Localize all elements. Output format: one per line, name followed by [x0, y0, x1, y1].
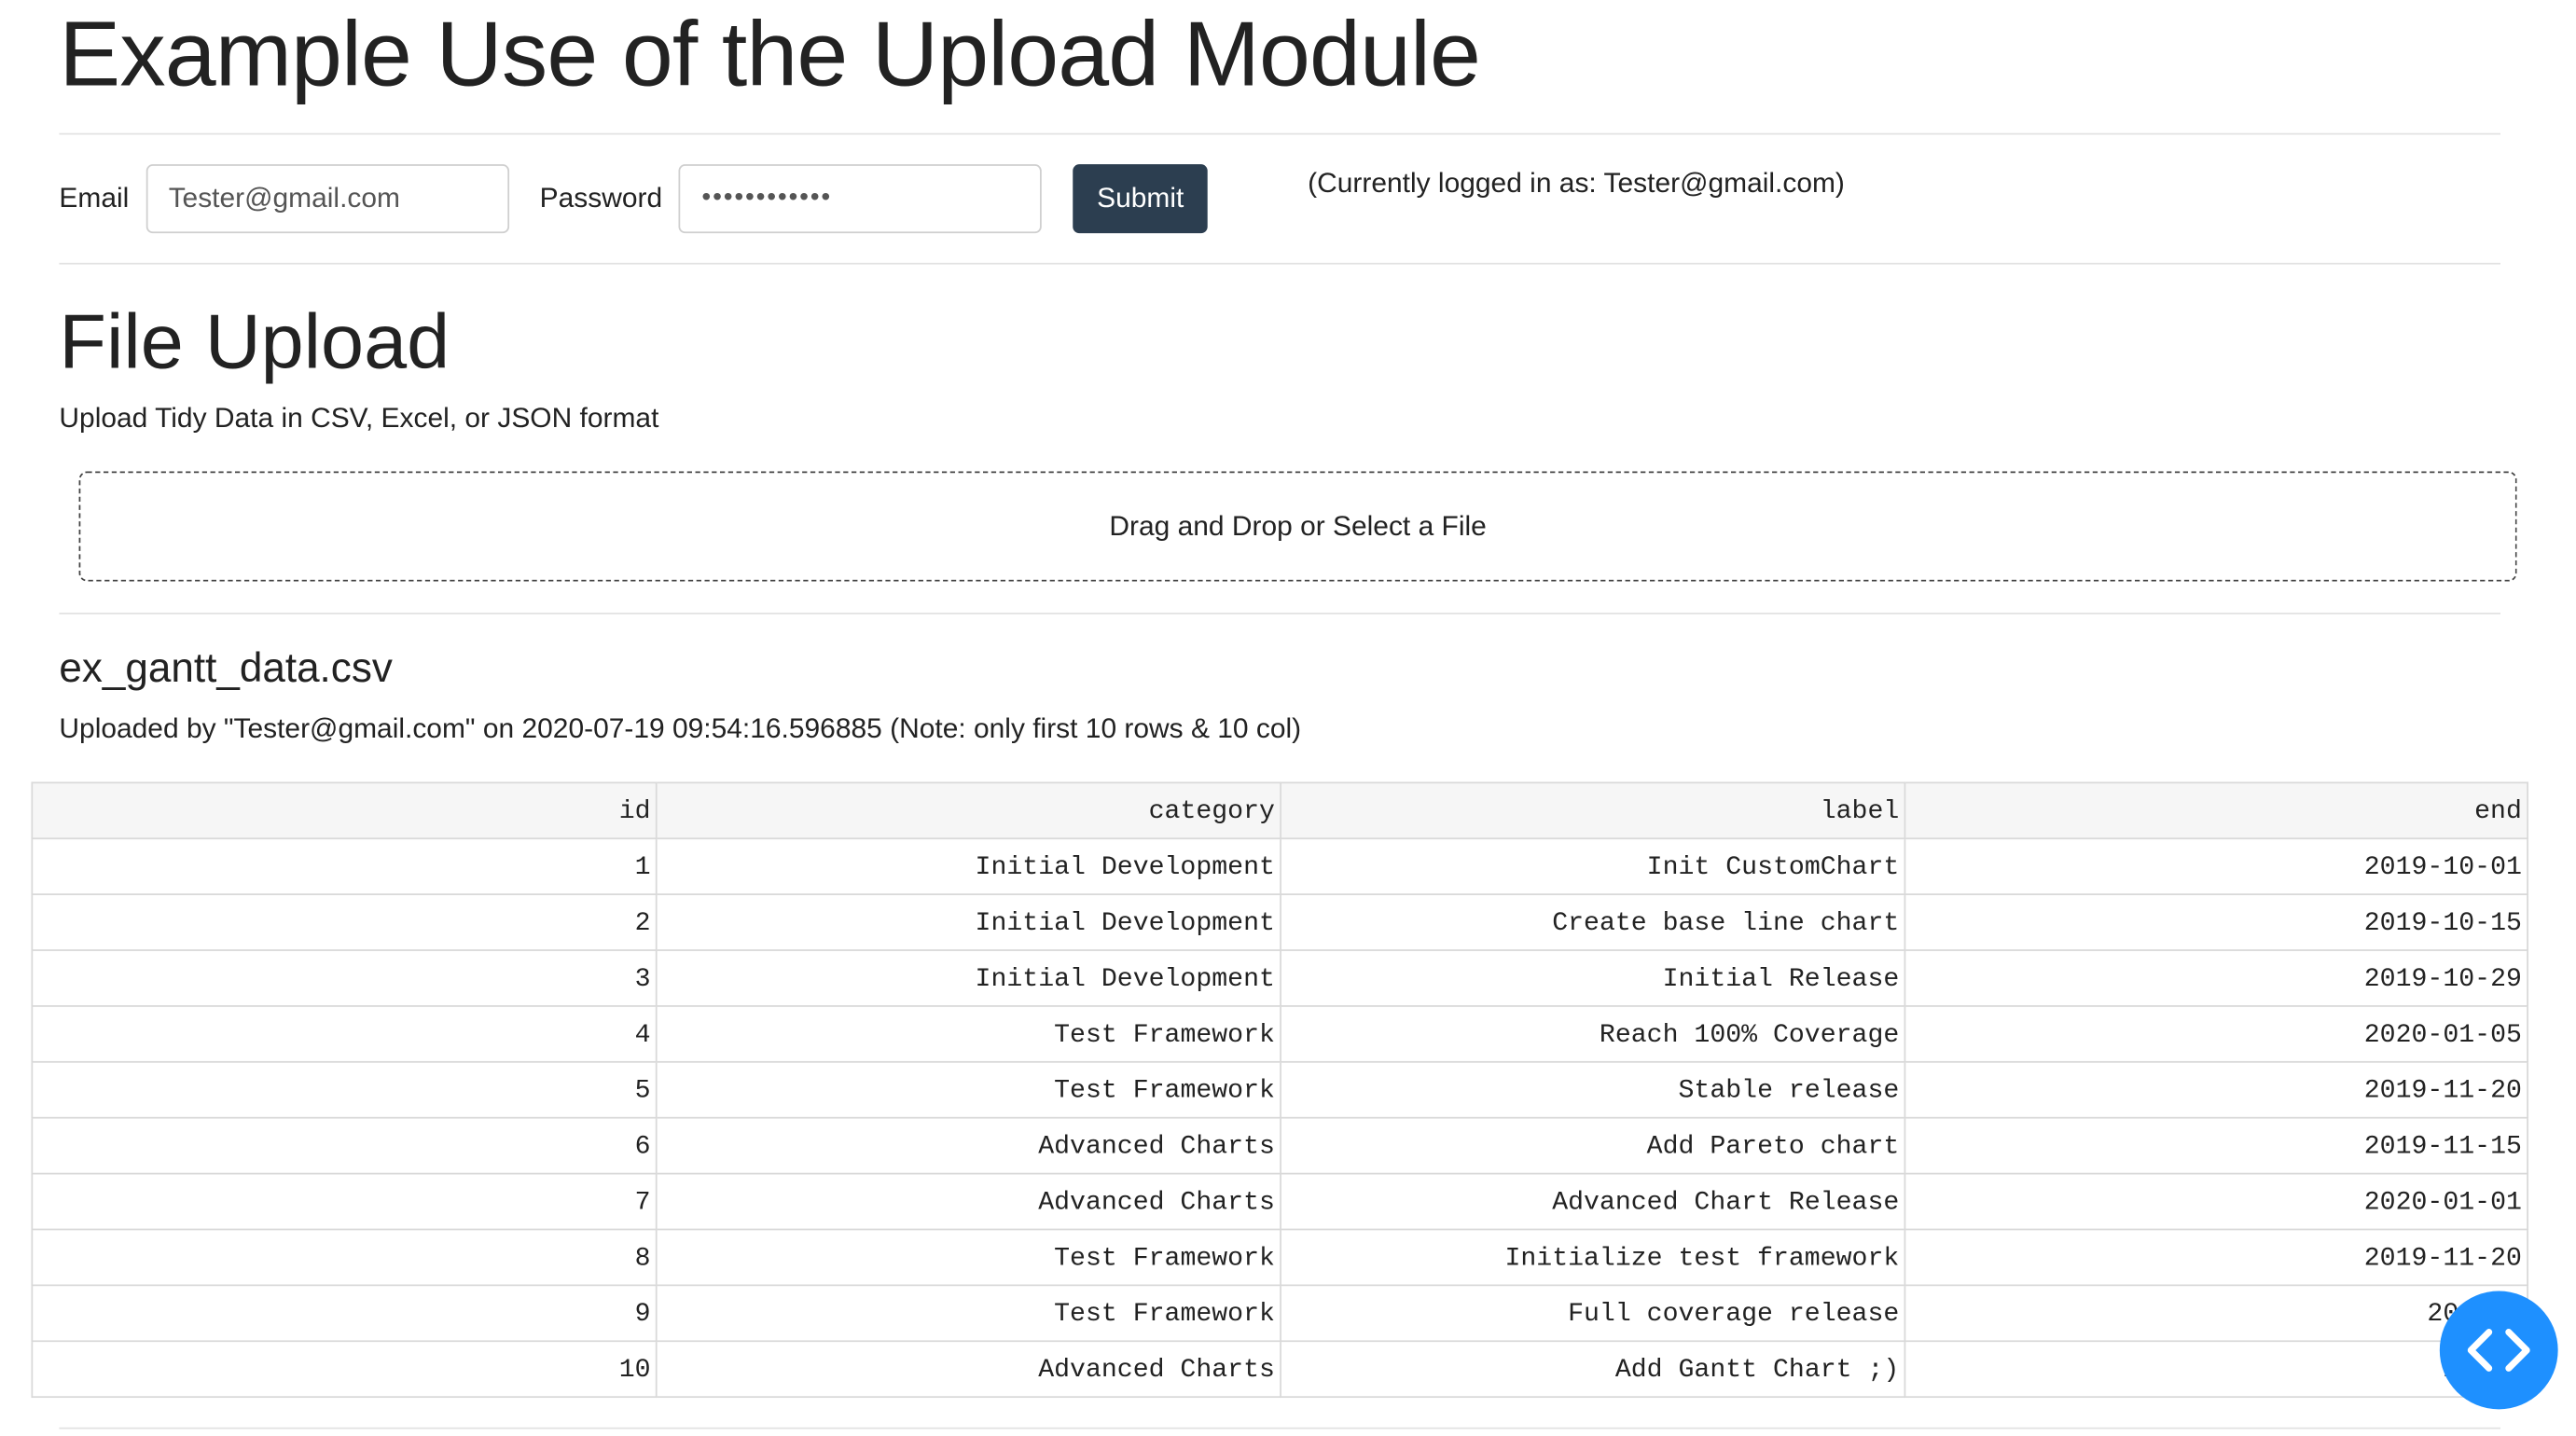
email-label: Email	[59, 182, 130, 214]
table-row: 1 Initial Development Init CustomChart 2…	[31, 837, 2528, 896]
table-cell: 3	[31, 949, 658, 1007]
table-cell: 2	[31, 893, 658, 951]
table-cell: Test Framework	[655, 1060, 1281, 1119]
table-cell: 2019-10-15	[1904, 893, 2528, 951]
column-header[interactable]: end	[1904, 781, 2528, 840]
table-cell: 2020-01-01	[1904, 1172, 2528, 1231]
table-cell: 10	[31, 1340, 658, 1399]
page-title: Example Use of the Upload Module	[59, 1, 1481, 105]
table-cell: Full coverage release	[1280, 1284, 1906, 1343]
column-header[interactable]: id	[31, 781, 658, 840]
login-status: (Currently logged in as: Tester@gmail.co…	[1308, 167, 1845, 200]
table-cell: Initial Release	[1280, 949, 1906, 1007]
table-cell: 2019-10-29	[1904, 949, 2528, 1007]
table-cell: Advanced Chart Release	[1280, 1172, 1906, 1231]
table-row: 10 Advanced Charts Add Gantt Chart ;) 20…	[31, 1340, 2528, 1399]
table-cell: Reach 100% Coverage	[1280, 1005, 1906, 1063]
divider	[59, 132, 2501, 135]
upload-description: Upload Tidy Data in CSV, Excel, or JSON …	[59, 402, 659, 435]
divider	[59, 1427, 2501, 1429]
table-cell: 9	[31, 1284, 658, 1343]
table-cell: 7	[31, 1172, 658, 1231]
dropzone-label: Drag and Drop or Select a File	[1109, 509, 1487, 542]
table-row: 9 Test Framework Full coverage release 2…	[31, 1284, 2528, 1343]
file-name: ex_gantt_data.csv	[59, 645, 393, 692]
table-cell: Initialize test framework	[1280, 1228, 1906, 1287]
table-row: 4 Test Framework Reach 100% Coverage 202…	[31, 1005, 2528, 1063]
upload-heading: File Upload	[59, 297, 450, 385]
table-cell: 2019-11-15	[1904, 1116, 2528, 1175]
table-cell: 2019-11-20	[1904, 1228, 2528, 1287]
file-dropzone[interactable]: Drag and Drop or Select a File	[78, 471, 2517, 582]
divider	[59, 262, 2501, 265]
table-cell: 8	[31, 1228, 658, 1287]
table-cell: 2019-11-20	[1904, 1060, 2528, 1119]
divider	[59, 613, 2501, 614]
table-cell: Advanced Charts	[655, 1340, 1281, 1399]
code-brackets-icon	[2467, 1329, 2530, 1372]
password-field[interactable]	[678, 164, 1043, 234]
table-cell: 1	[31, 837, 658, 896]
table-cell: 2020-0	[1904, 1284, 2528, 1343]
table-header-row: id category label end	[31, 781, 2528, 840]
table-cell: 2019-	[1904, 1340, 2528, 1399]
email-field[interactable]	[145, 164, 509, 234]
table-cell: Test Framework	[655, 1228, 1281, 1287]
login-form: Email Password Submit	[59, 164, 1208, 234]
column-header[interactable]: category	[655, 781, 1281, 840]
table-cell: 6	[31, 1116, 658, 1175]
data-table: id category label end 1 Initial Developm…	[31, 781, 2528, 1399]
upload-meta: Uploaded by "Tester@gmail.com" on 2020-0…	[59, 712, 1302, 744]
table-row: 7 Advanced Charts Advanced Chart Release…	[31, 1172, 2528, 1231]
table-cell: Initial Development	[655, 949, 1281, 1007]
table-cell: 2019-10-01	[1904, 837, 2528, 896]
table-cell: Add Pareto chart	[1280, 1116, 1906, 1175]
table-cell: 5	[31, 1060, 658, 1119]
table-row: 5 Test Framework Stable release 2019-11-…	[31, 1060, 2528, 1119]
table-cell: Initial Development	[655, 837, 1281, 896]
table-cell: Init CustomChart	[1280, 837, 1906, 896]
column-header[interactable]: label	[1280, 781, 1906, 840]
table-cell: Create base line chart	[1280, 893, 1906, 951]
table-cell: Test Framework	[655, 1284, 1281, 1343]
table-row: 3 Initial Development Initial Release 20…	[31, 949, 2528, 1007]
table-row: 2 Initial Development Create base line c…	[31, 893, 2528, 951]
code-toggle-button[interactable]	[2439, 1291, 2558, 1410]
submit-button[interactable]: Submit	[1073, 164, 1208, 234]
table-row: 8 Test Framework Initialize test framewo…	[31, 1228, 2528, 1287]
page: Example Use of the Upload Module Email P…	[0, 0, 2576, 1436]
table-cell: Initial Development	[655, 893, 1281, 951]
table-row: 6 Advanced Charts Add Pareto chart 2019-…	[31, 1116, 2528, 1175]
table-cell: Add Gantt Chart ;)	[1280, 1340, 1906, 1399]
table-cell: Advanced Charts	[655, 1116, 1281, 1175]
table-cell: Test Framework	[655, 1005, 1281, 1063]
password-label: Password	[539, 182, 663, 214]
table-cell: Advanced Charts	[655, 1172, 1281, 1231]
table-cell: 4	[31, 1005, 658, 1063]
table-cell: Stable release	[1280, 1060, 1906, 1119]
table-cell: 2020-01-05	[1904, 1005, 2528, 1063]
